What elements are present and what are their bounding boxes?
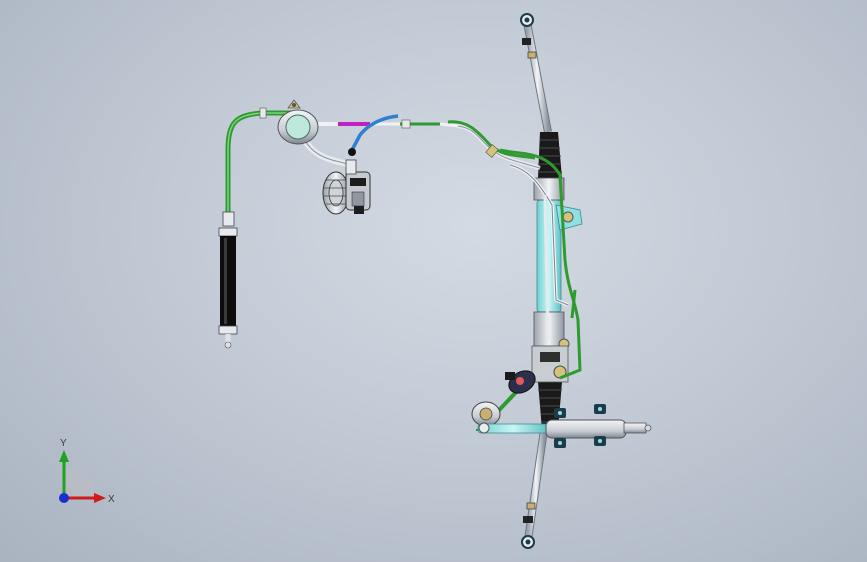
triad-x-label: X bbox=[108, 494, 115, 505]
tie-rod-bottom[interactable] bbox=[521, 429, 548, 549]
hydraulic-hose[interactable] bbox=[225, 107, 541, 218]
steering-damper[interactable] bbox=[476, 404, 652, 448]
pinion-valve[interactable] bbox=[471, 366, 539, 427]
triad-z-axis-icon bbox=[59, 493, 69, 503]
triad-y-arrow-icon bbox=[59, 450, 69, 462]
coordinate-triad: Y X bbox=[59, 438, 115, 505]
triad-xy-plane bbox=[64, 468, 94, 498]
graphics-viewport[interactable]: Y X bbox=[0, 0, 867, 562]
triad-y-label: Y bbox=[60, 438, 67, 449]
oil-cooler[interactable] bbox=[218, 211, 238, 349]
steering-assembly-model[interactable] bbox=[0, 0, 867, 562]
tie-rod-top[interactable] bbox=[520, 13, 552, 133]
steering-rack[interactable] bbox=[531, 132, 583, 430]
triad-x-arrow-icon bbox=[94, 493, 106, 503]
reservoir[interactable] bbox=[277, 99, 319, 145]
